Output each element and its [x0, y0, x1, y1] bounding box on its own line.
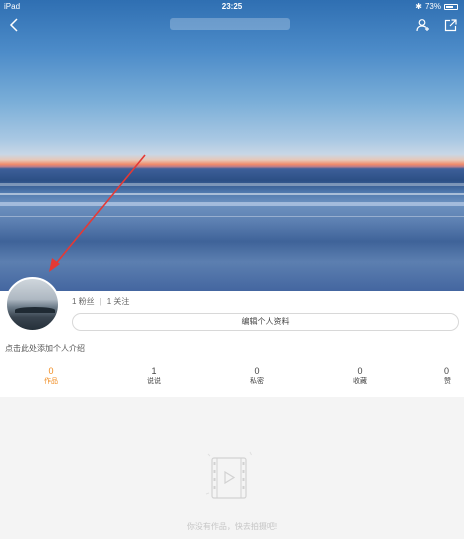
share-icon — [444, 18, 457, 31]
share-button[interactable] — [440, 14, 460, 36]
status-time: 23:25 — [221, 2, 243, 11]
sea-wave — [0, 193, 464, 195]
status-right: ✱ 73% — [415, 2, 458, 11]
back-button[interactable] — [4, 14, 24, 36]
profile-tabs: 0 作品 1 说说 0 私密 0 收藏 0 赞 — [0, 366, 464, 392]
follow-stats: 1 粉丝 | 1 关注 — [72, 296, 129, 307]
tab-likes[interactable]: 0 赞 — [444, 366, 464, 388]
tab-count: 0 — [444, 366, 450, 376]
sea-wave — [0, 216, 464, 217]
add-friend-button[interactable] — [413, 14, 433, 36]
tab-label: 赞 — [444, 378, 451, 385]
tab-count: 0 — [48, 366, 54, 376]
sea-wave — [0, 183, 464, 186]
following-count[interactable]: 1 关注 — [107, 296, 130, 307]
edit-profile-button[interactable]: 编辑个人资料 — [72, 313, 459, 331]
avatar-photo-detail — [15, 307, 55, 313]
tab-label: 作品 — [44, 378, 58, 385]
tab-label: 私密 — [250, 378, 264, 385]
chevron-left-icon — [9, 18, 18, 32]
tab-posts[interactable]: 1 说说 — [134, 366, 174, 388]
tab-label: 收藏 — [353, 378, 367, 385]
tab-works[interactable]: 0 作品 — [31, 366, 71, 388]
intro-placeholder[interactable]: 点击此处添加个人介绍 — [5, 343, 85, 354]
battery-icon — [444, 3, 458, 10]
tab-count: 0 — [357, 366, 363, 376]
avatar[interactable] — [5, 277, 60, 332]
status-bar: iPad 23:25 ✱ 73% — [0, 0, 464, 14]
stats-separator: | — [99, 297, 102, 306]
tab-favorites[interactable]: 0 收藏 — [340, 366, 380, 388]
sea-wave — [0, 202, 464, 206]
fans-count[interactable]: 1 粉丝 — [72, 296, 95, 307]
profile-cover-image[interactable] — [0, 0, 464, 291]
blurred-title — [170, 18, 290, 30]
tab-label: 说说 — [147, 378, 161, 385]
battery-percent: 73% — [424, 2, 441, 11]
tab-count: 0 — [254, 366, 260, 376]
empty-state-message: 你没有作品，快去拍摄吧! — [186, 522, 278, 531]
film-icon — [205, 451, 252, 499]
bluetooth-icon: ✱ — [415, 2, 422, 11]
tab-private[interactable]: 0 私密 — [237, 366, 277, 388]
tab-count: 1 — [151, 366, 157, 376]
add-user-icon — [416, 19, 429, 32]
